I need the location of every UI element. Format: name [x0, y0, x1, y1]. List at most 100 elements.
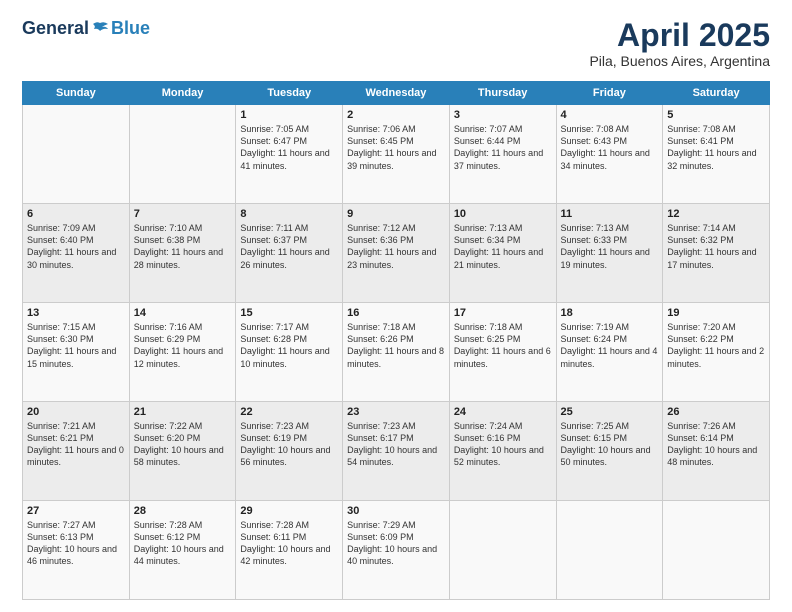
cell-content: Sunrise: 7:12 AM Sunset: 6:36 PM Dayligh…	[347, 222, 445, 271]
calendar-week-row: 27 Sunrise: 7:27 AM Sunset: 6:13 PM Dayli…	[23, 501, 770, 600]
day-number: 13	[27, 307, 125, 319]
day-number: 24	[454, 406, 552, 418]
cell-content: Sunrise: 7:28 AM Sunset: 6:11 PM Dayligh…	[240, 519, 338, 568]
table-row: 21Sunrise: 7:22 AM Sunset: 6:20 PM Dayli…	[129, 402, 236, 501]
cell-content: Sunrise: 7:17 AM Sunset: 6:28 PM Dayligh…	[240, 321, 338, 370]
day-number: 14	[134, 307, 232, 319]
day-number: 22	[240, 406, 338, 418]
page-title: April 2025	[589, 18, 770, 53]
header: General Blue April 2025 Pila, Buenos Air…	[22, 18, 770, 69]
day-number: 28	[134, 505, 232, 517]
day-number: 15	[240, 307, 338, 319]
calendar-week-row: 6 Sunrise: 7:09 AM Sunset: 6:40 PM Daylig…	[23, 204, 770, 303]
table-row: 8 Sunrise: 7:11 AM Sunset: 6:37 PM Daylig…	[236, 204, 343, 303]
day-number: 20	[27, 406, 125, 418]
cell-content: Sunrise: 7:22 AM Sunset: 6:20 PM Dayligh…	[134, 420, 232, 469]
table-row: 4 Sunrise: 7:08 AM Sunset: 6:43 PM Daylig…	[556, 105, 663, 204]
day-number: 1	[240, 109, 338, 121]
day-number: 26	[667, 406, 765, 418]
col-saturday: Saturday	[663, 82, 770, 105]
table-row: 5 Sunrise: 7:08 AM Sunset: 6:41 PM Daylig…	[663, 105, 770, 204]
day-number: 29	[240, 505, 338, 517]
cell-content: Sunrise: 7:05 AM Sunset: 6:47 PM Dayligh…	[240, 123, 338, 172]
cell-content: Sunrise: 7:24 AM Sunset: 6:16 PM Dayligh…	[454, 420, 552, 469]
title-area: April 2025 Pila, Buenos Aires, Argentina	[589, 18, 770, 69]
cell-content: Sunrise: 7:10 AM Sunset: 6:38 PM Dayligh…	[134, 222, 232, 271]
table-row: 27 Sunrise: 7:27 AM Sunset: 6:13 PM Dayli…	[23, 501, 130, 600]
table-row: 12 Sunrise: 7:14 AM Sunset: 6:32 PM Dayli…	[663, 204, 770, 303]
day-number: 6	[27, 208, 125, 220]
table-row	[663, 501, 770, 600]
logo-text: General Blue	[22, 18, 150, 39]
day-number: 8	[240, 208, 338, 220]
col-sunday: Sunday	[23, 82, 130, 105]
table-row: 29 Sunrise: 7:28 AM Sunset: 6:11 PM Dayli…	[236, 501, 343, 600]
cell-content: Sunrise: 7:13 AM Sunset: 6:33 PM Dayligh…	[561, 222, 659, 271]
logo-blue: Blue	[111, 18, 150, 39]
cell-content: Sunrise: 7:27 AM Sunset: 6:13 PM Dayligh…	[27, 519, 125, 568]
day-number: 19	[667, 307, 765, 319]
day-number: 23	[347, 406, 445, 418]
cell-content: Sunrise: 7:23 AM Sunset: 6:17 PM Dayligh…	[347, 420, 445, 469]
table-row: 20 Sunrise: 7:21 AM Sunset: 6:21 PM Dayli…	[23, 402, 130, 501]
table-row: 22 Sunrise: 7:23 AM Sunset: 6:19 PM Dayli…	[236, 402, 343, 501]
day-number: 30	[347, 505, 445, 517]
cell-content: Sunrise: 7:28 AM Sunset: 6:12 PM Dayligh…	[134, 519, 232, 568]
page: General Blue April 2025 Pila, Buenos Air…	[0, 0, 792, 612]
table-row: 6 Sunrise: 7:09 AM Sunset: 6:40 PM Daylig…	[23, 204, 130, 303]
cell-content: Sunrise: 7:09 AM Sunset: 6:40 PM Dayligh…	[27, 222, 125, 271]
day-number: 12	[667, 208, 765, 220]
day-number: 25	[561, 406, 659, 418]
calendar-week-row: 20 Sunrise: 7:21 AM Sunset: 6:21 PM Dayli…	[23, 402, 770, 501]
cell-content: Sunrise: 7:26 AM Sunset: 6:14 PM Dayligh…	[667, 420, 765, 469]
cell-content: Sunrise: 7:06 AM Sunset: 6:45 PM Dayligh…	[347, 123, 445, 172]
day-number: 5	[667, 109, 765, 121]
day-number: 3	[454, 109, 552, 121]
col-thursday: Thursday	[449, 82, 556, 105]
day-number: 18	[561, 307, 659, 319]
table-row: 26 Sunrise: 7:26 AM Sunset: 6:14 PM Dayli…	[663, 402, 770, 501]
calendar-table: Sunday Monday Tuesday Wednesday Thursday…	[22, 81, 770, 600]
table-row	[23, 105, 130, 204]
day-number: 9	[347, 208, 445, 220]
col-tuesday: Tuesday	[236, 82, 343, 105]
day-number: 4	[561, 109, 659, 121]
day-number: 17	[454, 307, 552, 319]
cell-content: Sunrise: 7:14 AM Sunset: 6:32 PM Dayligh…	[667, 222, 765, 271]
table-row: 2 Sunrise: 7:06 AM Sunset: 6:45 PM Daylig…	[343, 105, 450, 204]
cell-content: Sunrise: 7:18 AM Sunset: 6:25 PM Dayligh…	[454, 321, 552, 370]
table-row	[556, 501, 663, 600]
cell-content: Sunrise: 7:19 AM Sunset: 6:24 PM Dayligh…	[561, 321, 659, 370]
day-number: 7	[134, 208, 232, 220]
cell-content: Sunrise: 7:16 AM Sunset: 6:29 PM Dayligh…	[134, 321, 232, 370]
table-row: 15 Sunrise: 7:17 AM Sunset: 6:28 PM Dayli…	[236, 303, 343, 402]
cell-content: Sunrise: 7:15 AM Sunset: 6:30 PM Dayligh…	[27, 321, 125, 370]
cell-content: Sunrise: 7:23 AM Sunset: 6:19 PM Dayligh…	[240, 420, 338, 469]
table-row: 16Sunrise: 7:18 AM Sunset: 6:26 PM Dayli…	[343, 303, 450, 402]
col-monday: Monday	[129, 82, 236, 105]
table-row: 19Sunrise: 7:20 AM Sunset: 6:22 PM Dayli…	[663, 303, 770, 402]
day-number: 2	[347, 109, 445, 121]
cell-content: Sunrise: 7:29 AM Sunset: 6:09 PM Dayligh…	[347, 519, 445, 568]
day-number: 27	[27, 505, 125, 517]
table-row: 24 Sunrise: 7:24 AM Sunset: 6:16 PM Dayli…	[449, 402, 556, 501]
cell-content: Sunrise: 7:11 AM Sunset: 6:37 PM Dayligh…	[240, 222, 338, 271]
table-row: 14 Sunrise: 7:16 AM Sunset: 6:29 PM Dayli…	[129, 303, 236, 402]
table-row: 10Sunrise: 7:13 AM Sunset: 6:34 PM Dayli…	[449, 204, 556, 303]
table-row: 18 Sunrise: 7:19 AM Sunset: 6:24 PM Dayli…	[556, 303, 663, 402]
cell-content: Sunrise: 7:08 AM Sunset: 6:41 PM Dayligh…	[667, 123, 765, 172]
cell-content: Sunrise: 7:25 AM Sunset: 6:15 PM Dayligh…	[561, 420, 659, 469]
table-row	[449, 501, 556, 600]
table-row	[129, 105, 236, 204]
cell-content: Sunrise: 7:08 AM Sunset: 6:43 PM Dayligh…	[561, 123, 659, 172]
logo-general: General	[22, 18, 89, 39]
page-subtitle: Pila, Buenos Aires, Argentina	[589, 53, 770, 69]
day-number: 16	[347, 307, 445, 319]
table-row: 30 Sunrise: 7:29 AM Sunset: 6:09 PM Dayli…	[343, 501, 450, 600]
calendar-header-row: Sunday Monday Tuesday Wednesday Thursday…	[23, 82, 770, 105]
col-wednesday: Wednesday	[343, 82, 450, 105]
calendar-week-row: 1 Sunrise: 7:05 AM Sunset: 6:47 PM Daylig…	[23, 105, 770, 204]
cell-content: Sunrise: 7:21 AM Sunset: 6:21 PM Dayligh…	[27, 420, 125, 469]
logo: General Blue	[22, 18, 150, 39]
col-friday: Friday	[556, 82, 663, 105]
